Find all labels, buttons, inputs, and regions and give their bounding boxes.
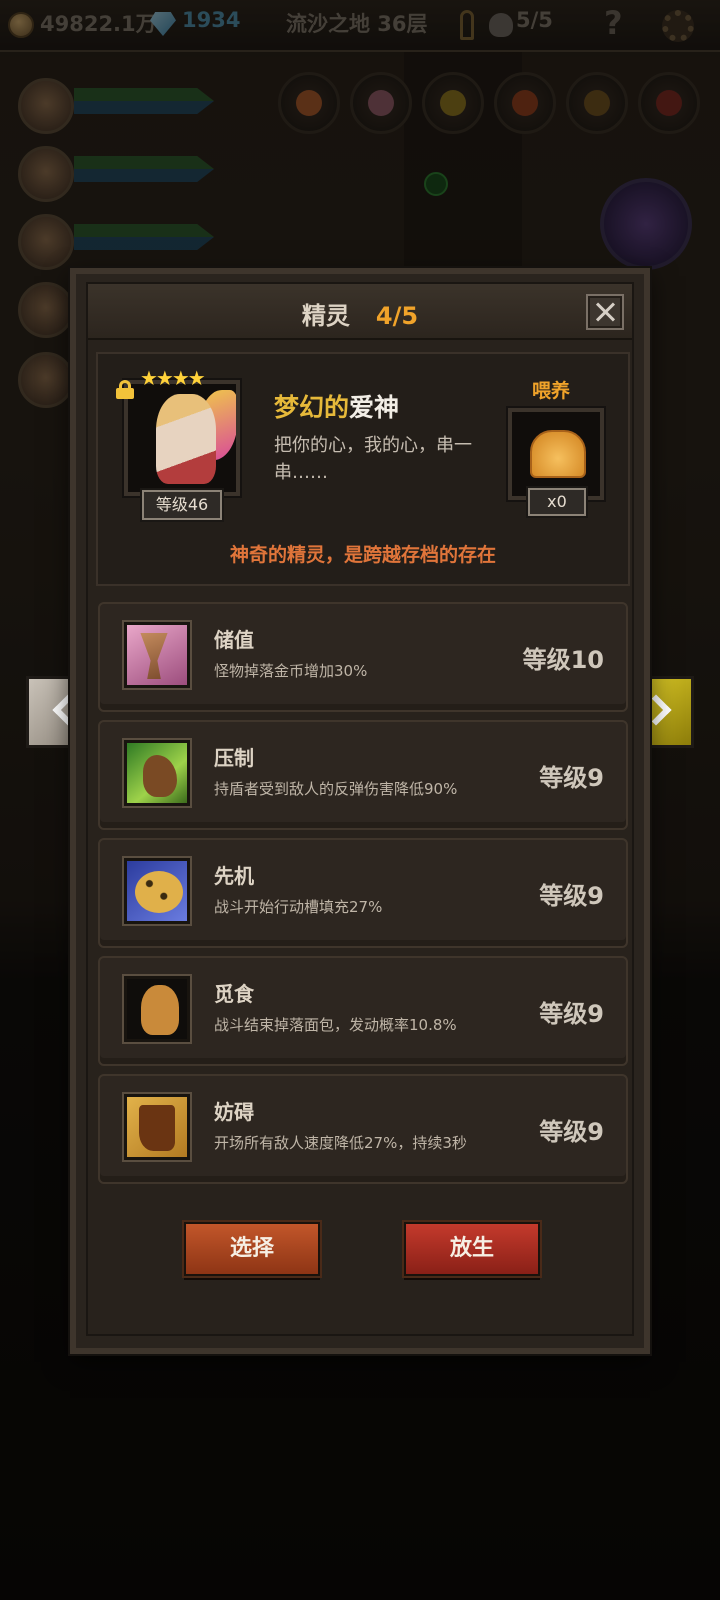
skill-level: 等级9 xyxy=(539,1118,604,1146)
dialog-title: 精灵 4/5 xyxy=(88,296,632,331)
sprite-tagline: 神奇的精灵，是跨越存档的存在 xyxy=(229,544,496,566)
skill-row[interactable]: 觅食 战斗结束掉落面包，发动概率10.8% 等级9 xyxy=(98,956,628,1066)
skill-name: 储值 xyxy=(214,628,254,652)
sprite-info-card: ★★★★ 等级46 梦幻的爱神 把你的心，我的心，串一串…… 喂养 x0 神奇的… xyxy=(96,352,630,586)
sprite-name: 梦幻的爱神 xyxy=(274,388,399,424)
leopard-icon xyxy=(124,858,190,924)
skill-row[interactable]: 妨碍 开场所有敌人速度降低27%，持续3秒 等级9 xyxy=(98,1074,628,1184)
sprite-dialog: 精灵 4/5 ★★★★ 等级46 梦幻的爱神 把你的心，我的心，串一串…… 喂养 … xyxy=(70,268,650,1354)
sprite-name-prefix: 梦幻的 xyxy=(274,393,350,422)
sprite-count: 4/5 xyxy=(375,302,419,330)
skill-level: 等级9 xyxy=(539,1000,604,1028)
close-button[interactable] xyxy=(586,294,624,330)
cupid-figure xyxy=(156,394,216,484)
feed-count: x0 xyxy=(528,488,586,516)
skill-name: 先机 xyxy=(214,864,254,888)
bread-icon xyxy=(530,430,586,478)
skill-description: 战斗开始行动槽填充27% xyxy=(214,898,383,916)
sprite-name-main: 爱神 xyxy=(349,393,400,422)
dialog-title-label: 精灵 xyxy=(301,302,350,330)
skill-row[interactable]: 储值 怪物掉落金币增加30% 等级10 xyxy=(98,602,628,712)
skill-level: 等级9 xyxy=(539,882,604,910)
sprite-level-badge: 等级46 xyxy=(142,490,222,520)
skill-description: 持盾者受到敌人的反弹伤害降低90% xyxy=(214,780,458,798)
feed-label: 喂养 xyxy=(532,380,571,402)
skill-level: 等级9 xyxy=(539,764,604,792)
skill-name: 妨碍 xyxy=(214,1100,254,1124)
skill-description: 怪物掉落金币增加30% xyxy=(214,662,368,680)
skill-name: 压制 xyxy=(214,746,254,770)
skill-description: 战斗结束掉落面包，发动概率10.8% xyxy=(214,1016,457,1034)
sprite-portrait[interactable] xyxy=(124,380,240,496)
skill-row[interactable]: 先机 战斗开始行动槽填充27% 等级9 xyxy=(98,838,628,948)
beast-claw-icon xyxy=(124,740,190,806)
skill-name: 觅食 xyxy=(214,982,254,1006)
gingerbread-icon xyxy=(124,976,190,1042)
release-button[interactable]: 放生 xyxy=(404,1222,540,1276)
skill-row[interactable]: 压制 持盾者受到敌人的反弹伤害降低90% 等级9 xyxy=(98,720,628,830)
dialog-body: 精灵 4/5 ★★★★ 等级46 梦幻的爱神 把你的心，我的心，串一串…… 喂养 … xyxy=(86,282,634,1336)
feed-item-slot[interactable] xyxy=(508,408,604,500)
skill-level: 等级10 xyxy=(522,646,604,674)
dialog-header: 精灵 4/5 xyxy=(88,284,632,340)
star-rating: ★★★★ xyxy=(140,366,206,390)
lock-icon[interactable] xyxy=(116,380,134,399)
select-button[interactable]: 选择 xyxy=(184,1222,320,1276)
skill-description: 开场所有敌人速度降低27%，持续3秒 xyxy=(214,1134,467,1152)
golden-cup-icon xyxy=(124,622,190,688)
chained-boot-icon xyxy=(124,1094,190,1160)
sprite-description: 把你的心，我的心，串一串…… xyxy=(274,435,472,483)
